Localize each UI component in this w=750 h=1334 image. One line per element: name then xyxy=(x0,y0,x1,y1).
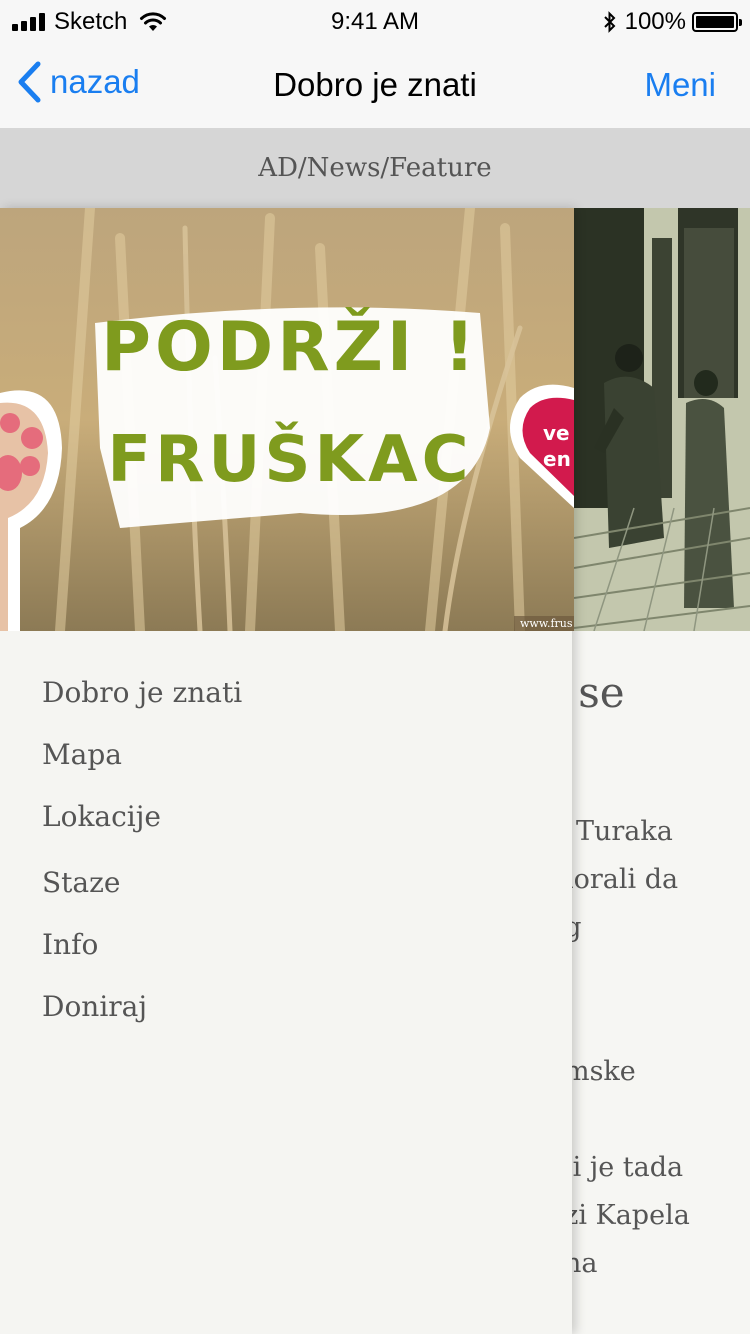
status-right: 100% xyxy=(603,8,742,36)
side-drawer: ve en PODRŽI ! FRUŠKAC www.frus Dobro je… xyxy=(0,208,574,1334)
drawer-menu: Dobro je znati Mapa Lokacije Staze Info … xyxy=(42,668,242,1044)
badge-text-1: ve xyxy=(543,421,570,445)
ad-banner[interactable]: AD/News/Feature xyxy=(0,128,750,208)
menu-item-info[interactable]: Info xyxy=(42,920,242,982)
menu-item-staze[interactable]: Staze xyxy=(42,858,242,920)
page-title: Dobro je znati xyxy=(273,66,477,103)
battery-icon xyxy=(692,12,742,32)
menu-item-dobro-je-znati[interactable]: Dobro je znati xyxy=(42,668,242,730)
navigation-bar: nazad Dobro je znati Meni xyxy=(0,42,750,128)
menu-button[interactable]: Meni xyxy=(644,66,716,104)
menu-item-lokacije[interactable]: Lokacije xyxy=(42,792,242,858)
bluetooth-icon xyxy=(603,11,616,33)
menu-item-doniraj[interactable]: Doniraj xyxy=(42,982,242,1044)
article-image xyxy=(574,208,750,631)
menu-item-mapa[interactable]: Mapa xyxy=(42,730,242,792)
battery-percent: 100% xyxy=(624,8,686,35)
logo-headline-1: PODRŽI ! xyxy=(101,308,479,387)
badge-text-2: en xyxy=(543,447,571,471)
article-line: Turaka xyxy=(576,816,673,847)
hero-image[interactable]: ve en PODRŽI ! FRUŠKAC www.frus xyxy=(0,208,574,631)
status-bar: Sketch 9:41 AM 100% xyxy=(0,0,750,42)
image-watermark: www.frus xyxy=(520,617,573,630)
logo-headline-2: FRUŠKAC xyxy=(107,423,473,497)
